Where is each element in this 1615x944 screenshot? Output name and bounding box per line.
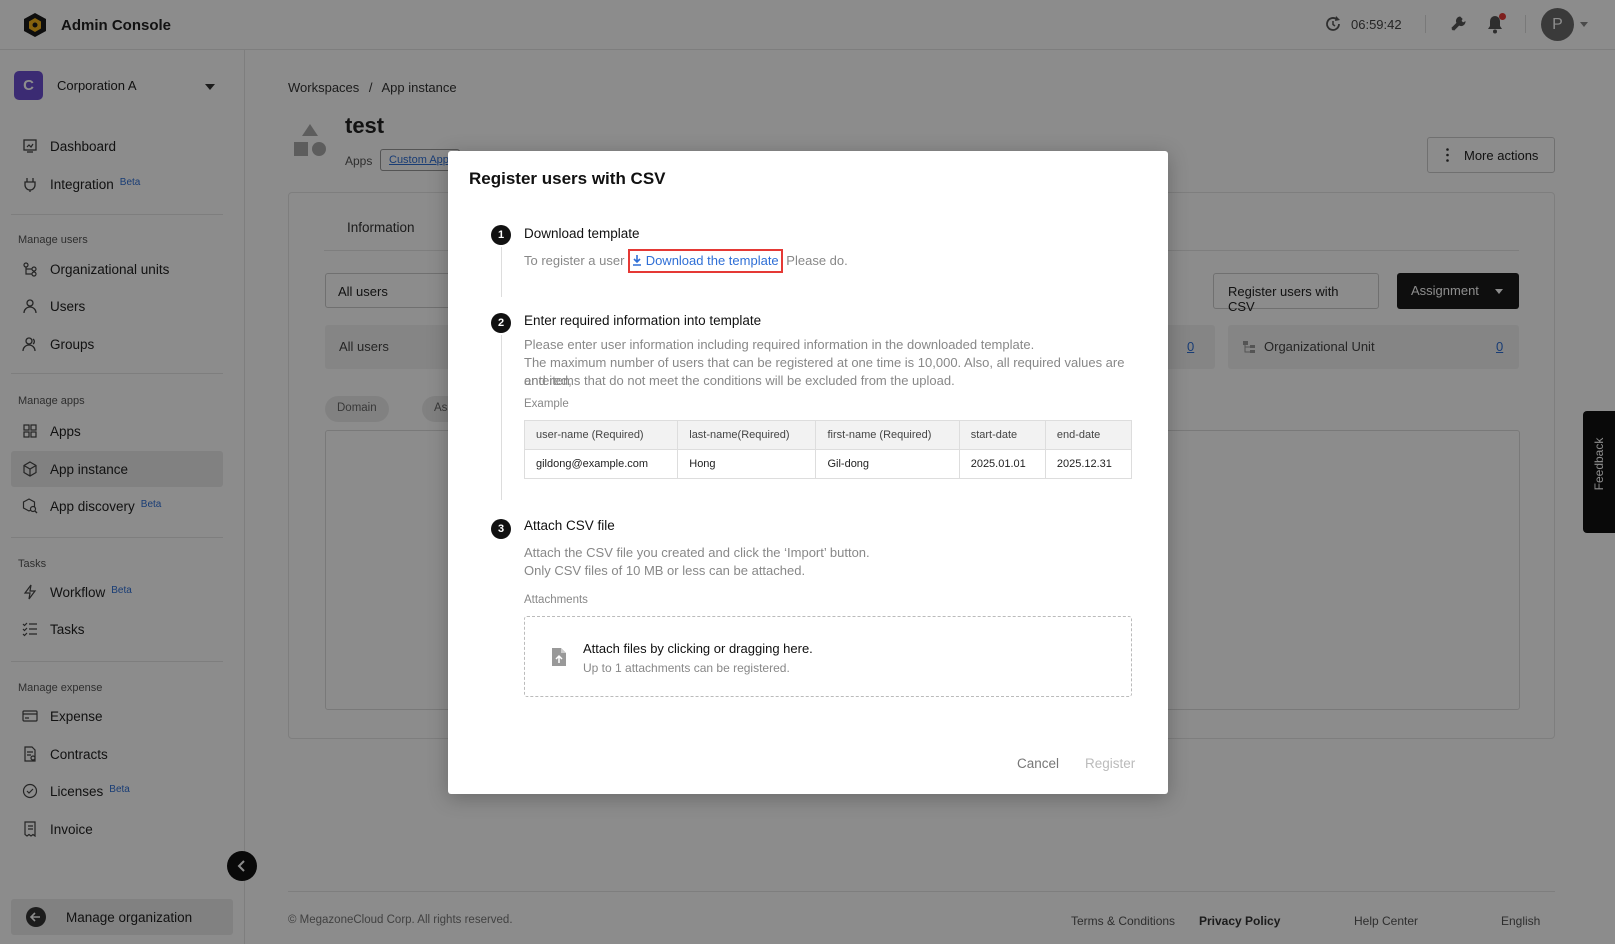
table-cell: Hong [677, 449, 817, 479]
table-header: last-name(Required) [677, 420, 817, 450]
step-description: To register a user Download the template… [524, 249, 848, 273]
attachments-label: Attachments [524, 594, 588, 606]
register-button[interactable]: Register [1085, 756, 1135, 771]
example-label: Example [524, 398, 569, 410]
table-cell: 2025.01.01 [958, 449, 1046, 479]
step-title: Download template [524, 226, 640, 241]
step-title: Enter required information into template [524, 313, 762, 328]
step-description-line: and items that do not meet the condition… [524, 373, 955, 388]
dropzone-hint: Up to 1 attachments can be registered. [583, 661, 790, 675]
step-description-line: Please enter user information including … [524, 337, 1035, 352]
table-cell: 2025.12.31 [1044, 449, 1133, 479]
example-table: user-name (Required) last-name(Required)… [523, 420, 1133, 479]
step-text-after: Please do. [786, 253, 848, 268]
step-text-before: To register a user [524, 253, 625, 268]
step-number: 1 [491, 225, 511, 245]
download-template-label: Download the template [645, 253, 779, 268]
dropzone-title: Attach files by clicking or dragging her… [583, 641, 813, 656]
step-number: 2 [491, 313, 511, 333]
step-connector [501, 335, 502, 500]
table-header: end-date [1044, 420, 1133, 450]
step-number: 3 [491, 519, 511, 539]
table-header: user-name (Required) [523, 420, 679, 450]
download-icon [633, 255, 642, 266]
table-header-row: user-name (Required) last-name(Required)… [523, 420, 1133, 450]
step-title: Attach CSV file [524, 518, 615, 533]
step-connector [501, 247, 502, 297]
table-cell: gildong@example.com [523, 449, 679, 479]
register-csv-modal: Register users with CSV 1 Download templ… [448, 151, 1168, 794]
file-upload-icon [552, 648, 566, 666]
download-template-link[interactable]: Download the template [628, 249, 783, 273]
table-header: start-date [958, 420, 1046, 450]
table-header: first-name (Required) [815, 420, 960, 450]
step-description-line: Attach the CSV file you created and clic… [524, 545, 870, 560]
table-row: gildong@example.com Hong Gil-dong 2025.0… [523, 449, 1133, 479]
file-dropzone[interactable]: Attach files by clicking or dragging her… [524, 616, 1132, 697]
step-description-line: Only CSV files of 10 MB or less can be a… [524, 563, 806, 578]
cancel-button[interactable]: Cancel [1017, 756, 1059, 771]
modal-title: Register users with CSV [469, 169, 666, 188]
table-cell: Gil-dong [815, 449, 960, 479]
